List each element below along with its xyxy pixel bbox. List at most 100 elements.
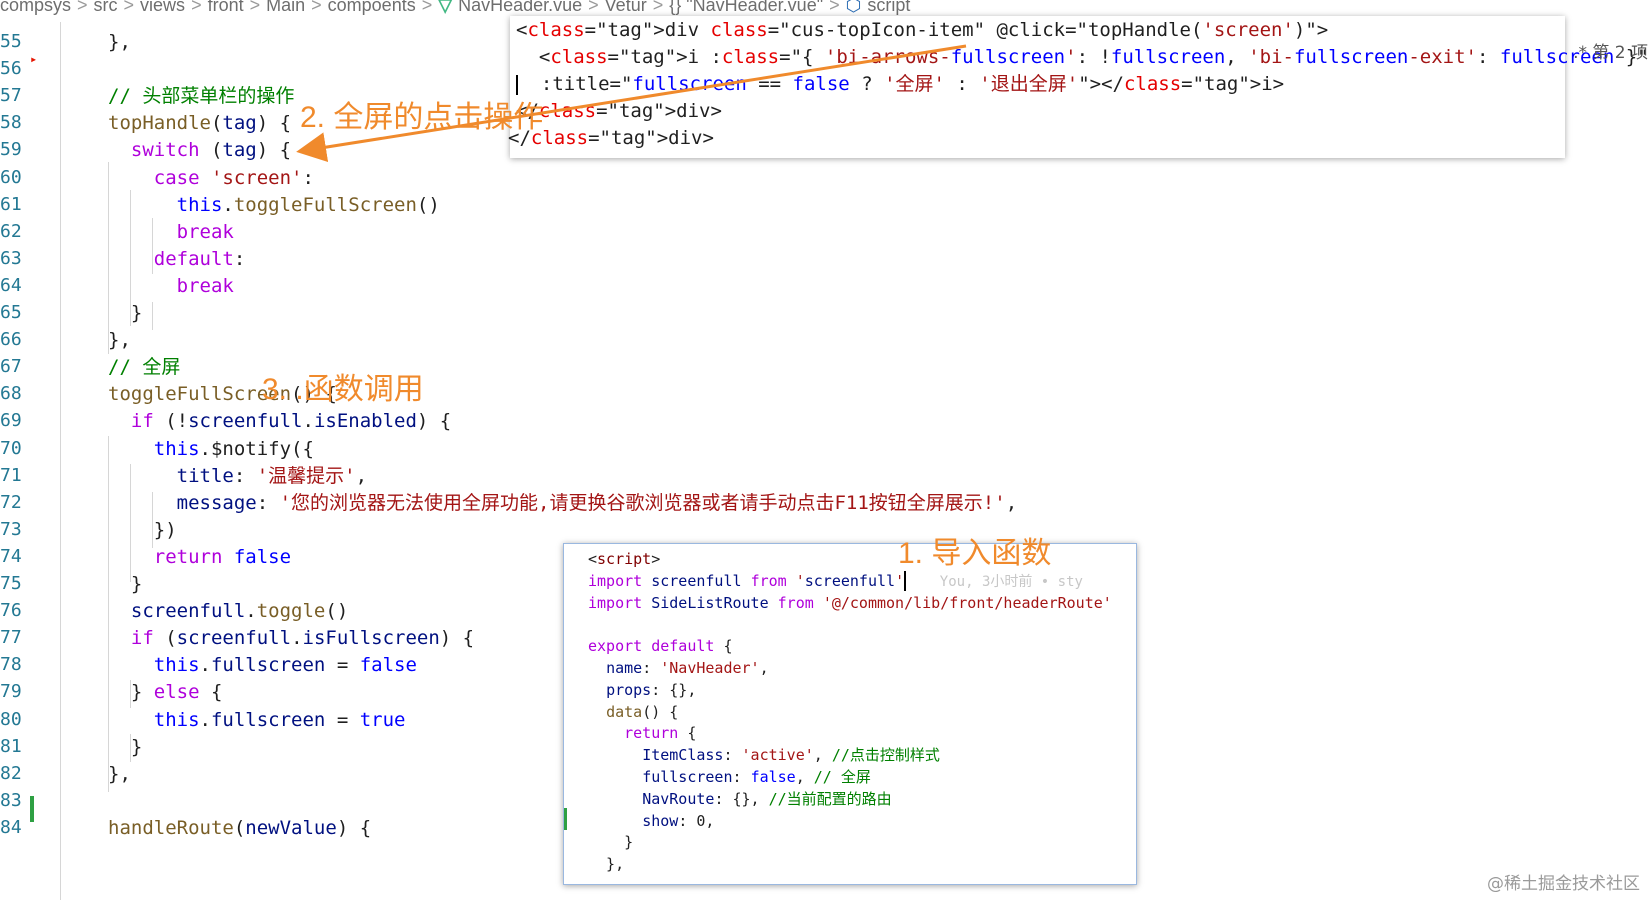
code-text: topHandle(tag) { — [108, 112, 292, 135]
line-number: 75 — [0, 573, 22, 594]
code-text: } — [108, 573, 143, 595]
snippet-line: <script> — [588, 550, 661, 568]
line-number: 70 — [0, 437, 22, 459]
annotation-click: 2. 全屏的点击操作 — [300, 101, 544, 134]
line-number: 76 — [0, 600, 22, 622]
line-number: 62 — [0, 220, 22, 242]
breadcrumb-item[interactable]: compoents — [328, 0, 416, 15]
code-text: }, — [108, 762, 131, 785]
code-text: case 'screen': — [153, 166, 314, 189]
code-text: // 头部菜单栏的操作 — [108, 85, 295, 108]
snippet-line: import screenfull from 'screenfull' You,… — [588, 571, 1083, 592]
code-text: this.fullscreen = true — [153, 708, 406, 731]
annotation-call: 3. .函数调用 — [262, 373, 424, 406]
code-text: switch (tag) { — [130, 139, 292, 162]
line-number: 65 — [0, 302, 22, 323]
chevron-right-icon: > — [77, 0, 88, 15]
git-change-marker — [30, 796, 34, 822]
code-text: break — [176, 274, 234, 297]
code-text: // 全屏 — [108, 356, 181, 379]
line-number: 57 — [0, 85, 22, 107]
line-number: 82 — [0, 762, 22, 784]
line-number: 64 — [0, 274, 22, 296]
breadcrumb-item[interactable]: script — [867, 0, 910, 15]
code-text: title: '温馨提示', — [176, 464, 368, 487]
line-number: 84 — [0, 816, 22, 838]
line-number: 71 — [0, 464, 22, 486]
code-text: }, — [108, 329, 131, 352]
breadcrumb-item[interactable]: src — [94, 0, 118, 15]
chevron-right-icon: > — [829, 0, 840, 15]
line-number: 80 — [0, 708, 22, 730]
code-text: } — [108, 735, 143, 758]
cube-icon: ⬡ — [845, 0, 862, 15]
line-number: 83 — [0, 789, 22, 811]
code-text: if (!screenfull.isEnabled) { — [130, 410, 452, 433]
indent-guide — [60, 22, 61, 900]
breadcrumb: compsys > src > views > front > Main > compoents > ▽… — [0, 0, 1648, 16]
line-number: 55 — [0, 31, 22, 52]
line-number: 58 — [0, 112, 22, 134]
breadcrumb-item[interactable]: views — [140, 0, 185, 15]
chevron-right-icon: > — [588, 0, 599, 15]
code-text: if (screenfull.isFullscreen) { — [130, 627, 475, 650]
snippet-line: show: 0, — [642, 811, 715, 830]
chevron-right-icon: > — [421, 0, 433, 15]
watermark: @稀土掘金技术社区 — [1487, 874, 1640, 894]
code-text: } — [108, 302, 143, 324]
line-number: 72 — [0, 491, 22, 513]
snippet-line: <class="tag">div class="cus-topIcon-item… — [516, 19, 1329, 41]
chevron-right-icon: > — [311, 0, 322, 15]
snippet-line: return { — [624, 724, 697, 743]
code-text: }, — [108, 31, 131, 53]
line-number: 61 — [0, 193, 22, 215]
snippet-line: }, — [588, 855, 625, 874]
line-number: 74 — [0, 545, 22, 567]
breadcrumb-item[interactable]: compsys — [0, 0, 71, 15]
line-number: 59 — [0, 139, 22, 161]
snippet-line: data() { — [606, 702, 679, 721]
snippet-line: <class="tag">i :class="{ 'bi-arrows-full… — [516, 46, 1648, 68]
git-change-marker — [564, 808, 567, 830]
breadcrumb-item[interactable]: front — [208, 0, 244, 15]
snippet-line: NavRoute: {}, //当前配置的路由 — [642, 789, 892, 808]
snippet-line: </class="tag">div> — [516, 100, 722, 122]
breadcrumb-item[interactable]: {} "NavHeader.vue" — [669, 0, 823, 15]
line-number: 63 — [0, 247, 22, 269]
code-text: }) — [108, 518, 177, 541]
snippet-line: fullscreen: false, // 全屏 — [642, 768, 871, 786]
line-number: 67 — [0, 356, 22, 378]
indent-guide — [152, 302, 153, 330]
chevron-right-icon: > — [191, 0, 202, 15]
fold-arrow-icon[interactable]: ▸ — [30, 52, 37, 66]
breadcrumb-item[interactable]: NavHeader.vue — [458, 0, 582, 15]
chevron-right-icon: > — [123, 0, 135, 15]
breadcrumb-item[interactable]: Vetur — [605, 0, 647, 15]
snippet-line: import SideListRoute from '@/common/lib/… — [588, 593, 1112, 612]
line-number: 77 — [0, 627, 22, 649]
line-number: 60 — [0, 166, 22, 188]
snippet-line: ItemClass: 'active', //点击控制样式 — [642, 746, 940, 765]
code-text: handleRoute(newValue) { — [108, 816, 372, 839]
code-text: this.fullscreen = false — [153, 654, 417, 677]
snippet-line: props: {}, — [606, 680, 697, 699]
line-number: 56 — [0, 58, 22, 80]
git-blame-hint: You, 3小时前 • sty — [906, 573, 1083, 590]
script-snippet-popup: <script> import screenfull from 'screenfu… — [563, 543, 1137, 885]
code-text: break — [176, 220, 234, 243]
line-number: 78 — [0, 654, 22, 676]
code-text: } else { — [108, 681, 223, 704]
snippet-line: :title="fullscreen == false ? '全屏' : '退出… — [516, 73, 1285, 95]
line-number: 68 — [0, 383, 22, 405]
line-number: 73 — [0, 518, 22, 540]
breadcrumb-item[interactable]: Main — [266, 0, 305, 15]
code-text: default: — [153, 247, 246, 270]
code-text: this.toggleFullScreen() — [176, 193, 440, 216]
vue-icon: ▽ — [438, 0, 453, 15]
code-text: this.$notify({ — [153, 437, 314, 460]
line-number: 69 — [0, 410, 22, 432]
code-text: message: '您的浏览器无法使用全屏功能,请更换谷歌浏览器或者请手动点击F… — [176, 491, 1018, 514]
template-snippet-popup: <class="tag">div class="cus-topIcon-item… — [508, 16, 1648, 158]
line-number: 66 — [0, 329, 22, 351]
chevron-right-icon: > — [249, 0, 261, 15]
